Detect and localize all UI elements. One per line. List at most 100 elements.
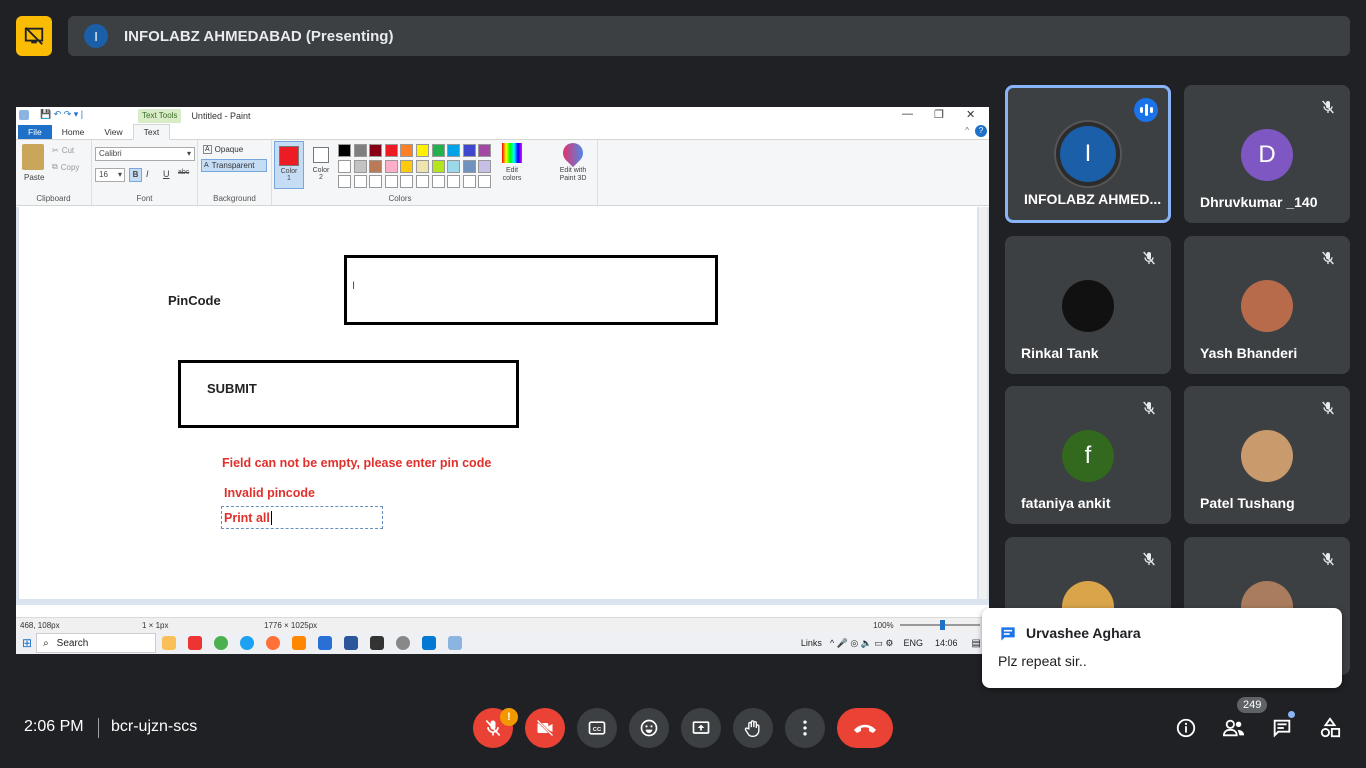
bold-button[interactable]: B	[129, 168, 142, 182]
palette-swatch[interactable]	[447, 144, 461, 157]
participant-tile[interactable]: Rinkal Tank	[1005, 236, 1171, 374]
paste-button[interactable]: Paste	[24, 173, 44, 182]
reactions-button[interactable]	[629, 708, 669, 748]
italic-button[interactable]: I	[146, 169, 149, 179]
camera-toggle-button[interactable]	[525, 708, 565, 748]
palette-swatch[interactable]	[338, 144, 351, 157]
palette-swatch[interactable]	[447, 159, 461, 173]
font-size-select[interactable]: 16 ▾	[95, 168, 125, 182]
people-button[interactable]	[1222, 716, 1246, 740]
palette-swatch[interactable]	[431, 159, 445, 173]
edit-colors-button[interactable]: Edit colors	[497, 143, 527, 183]
settings-icon[interactable]	[396, 636, 411, 650]
word-icon[interactable]	[344, 636, 359, 650]
strikethrough-button[interactable]: abc	[178, 169, 189, 176]
palette-swatch[interactable]	[478, 175, 492, 188]
chat-icon	[1001, 627, 1015, 641]
collapse-ribbon-icon[interactable]: ^	[965, 126, 969, 135]
palette-swatch[interactable]	[400, 175, 414, 188]
present-now-button[interactable]	[681, 708, 721, 748]
color1-button[interactable]: Color 1	[274, 141, 304, 189]
palette-swatch[interactable]	[478, 159, 492, 173]
language-indicator[interactable]: ENG	[904, 638, 924, 648]
palette-swatch[interactable]	[353, 175, 367, 188]
minimize-icon[interactable]: —	[902, 108, 913, 120]
participant-tile[interactable]: I INFOLABZ AHMED...	[1005, 85, 1171, 223]
tab-text[interactable]: Text	[132, 124, 171, 140]
meeting-details-button[interactable]	[1174, 716, 1198, 740]
transparent-button[interactable]: A Transparent	[201, 159, 267, 172]
activities-button[interactable]	[1318, 716, 1342, 740]
palette-swatch[interactable]	[400, 159, 414, 173]
paint-taskbar-icon[interactable]	[448, 636, 463, 650]
palette-swatch[interactable]	[338, 159, 351, 173]
edit-with-paint3d-button[interactable]: Edit with Paint 3D	[552, 138, 594, 183]
palette-swatch[interactable]	[353, 144, 367, 157]
opera-icon[interactable]	[188, 636, 203, 650]
taskbar-clock[interactable]: 14:06	[935, 638, 958, 648]
palette-swatch[interactable]	[447, 175, 461, 188]
palette-swatch[interactable]	[384, 159, 398, 173]
participant-name: INFOLABZ AHMED...	[1024, 191, 1162, 207]
links-toolbar[interactable]: Links	[801, 638, 822, 648]
palette-swatch[interactable]	[462, 144, 476, 157]
taskbar-search[interactable]: ⌕ Search	[36, 633, 157, 653]
terminal-icon[interactable]	[370, 636, 385, 650]
vscode-icon[interactable]	[422, 636, 437, 650]
palette-swatch[interactable]	[416, 175, 429, 188]
photos-icon[interactable]	[318, 636, 333, 650]
tab-home[interactable]: Home	[52, 125, 95, 139]
palette-swatch[interactable]	[416, 159, 429, 173]
vertical-scrollbar[interactable]	[979, 207, 987, 599]
palette-swatch[interactable]	[338, 175, 351, 188]
file-explorer-icon[interactable]	[162, 636, 177, 650]
help-icon[interactable]: ?	[975, 125, 987, 137]
underline-button[interactable]: U	[163, 169, 170, 179]
participant-tile[interactable]: Yash Bhanderi	[1184, 236, 1350, 374]
palette-swatch[interactable]	[431, 144, 445, 157]
tab-file[interactable]: File	[18, 125, 52, 139]
palette-swatch[interactable]	[431, 175, 445, 188]
restore-icon[interactable]: ❐	[934, 108, 944, 121]
vlc-icon[interactable]	[292, 636, 307, 650]
palette-swatch[interactable]	[462, 175, 476, 188]
quick-access-toolbar[interactable]: 💾 ↶ ↷ ▾ |	[40, 109, 83, 120]
palette-swatch[interactable]	[400, 144, 414, 157]
notifications-icon[interactable]: ▤	[972, 638, 981, 649]
paint-canvas[interactable]: PinCode I SUBMIT Field can not be empty,…	[19, 207, 977, 599]
transparent-icon: A	[204, 162, 209, 169]
color2-button[interactable]: Color 2	[307, 141, 335, 189]
palette-swatch[interactable]	[369, 144, 383, 157]
edge-icon[interactable]	[240, 636, 255, 650]
palette-swatch[interactable]	[369, 175, 383, 188]
palette-swatch[interactable]	[462, 159, 476, 173]
palette-swatch[interactable]	[369, 159, 383, 173]
windows-start-icon[interactable]: ⊞	[22, 636, 32, 650]
participant-tile[interactable]: D Dhruvkumar _140	[1184, 85, 1350, 223]
participant-tile[interactable]: f fataniya ankit	[1005, 386, 1171, 524]
chat-notification[interactable]: Urvashee Aghara Plz repeat sir..	[982, 608, 1342, 688]
raise-hand-button[interactable]	[733, 708, 773, 748]
participant-tile[interactable]: Patel Tushang	[1184, 386, 1350, 524]
captions-button[interactable]: CC	[577, 708, 617, 748]
palette-swatch[interactable]	[416, 144, 429, 157]
tray-icons[interactable]: ^ 🎤 ◎ 🔈 ▭ ⚙	[830, 638, 894, 649]
palette-swatch[interactable]	[353, 159, 367, 173]
tab-view[interactable]: View	[94, 125, 132, 139]
palette-swatch[interactable]	[384, 144, 398, 157]
more-options-button[interactable]	[785, 708, 825, 748]
palette-swatch[interactable]	[478, 144, 492, 157]
firefox-icon[interactable]	[266, 636, 281, 650]
participant-name: Yash Bhanderi	[1200, 345, 1298, 361]
leave-call-button[interactable]	[837, 708, 893, 748]
text-edit-box[interactable]: Print all	[221, 506, 383, 529]
palette-swatch[interactable]	[384, 175, 398, 188]
close-icon[interactable]: ✕	[966, 108, 975, 121]
chrome-icon[interactable]	[214, 636, 229, 650]
cut-button[interactable]: ✂ Cut	[52, 146, 74, 155]
font-family-select[interactable]: Calibri ▾	[95, 147, 195, 161]
chat-button[interactable]	[1270, 716, 1294, 740]
opaque-button[interactable]: A Opaque	[203, 145, 243, 154]
zoom-slider[interactable]	[899, 620, 980, 630]
copy-button[interactable]: ⧉ Copy	[52, 162, 79, 172]
